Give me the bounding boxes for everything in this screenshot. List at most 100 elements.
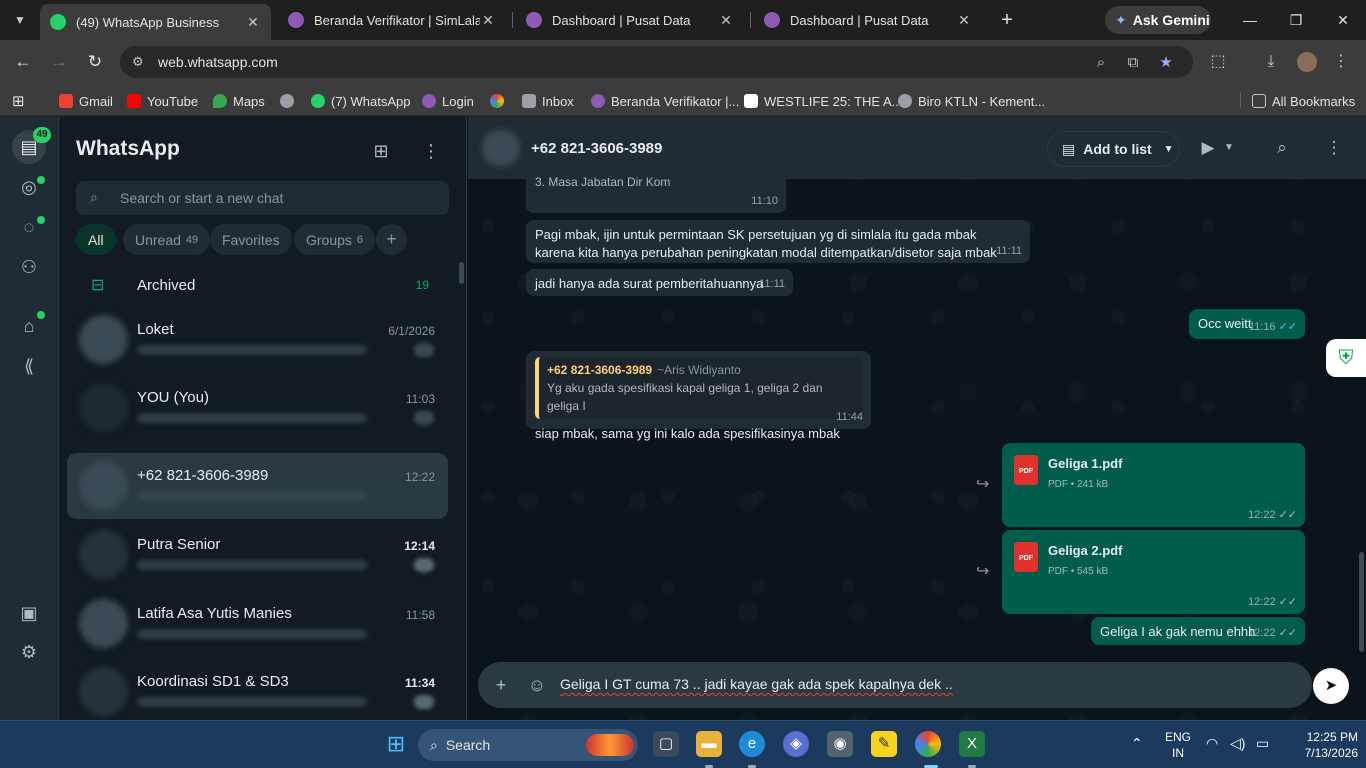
close-tab-icon[interactable]: ✕ <box>245 14 261 31</box>
taskbar-search-box[interactable]: ⌕ Search <box>418 729 638 761</box>
chat-list-scrollbar[interactable] <box>459 262 464 284</box>
settings-gear-icon[interactable]: ⚙ <box>16 639 42 665</box>
message-outgoing[interactable]: Geliga I ak gak nemu ehhh 12:22 ✓✓ <box>1091 617 1305 645</box>
restore-window-icon[interactable]: ❐ <box>1284 8 1308 32</box>
tab-pusat-data-1[interactable]: Dashboard | Pusat Data ✕ <box>516 4 744 36</box>
back-icon[interactable]: ← <box>11 50 35 74</box>
search-icon[interactable]: ⌕ <box>1271 137 1293 159</box>
forward-icon[interactable]: → <box>47 50 71 74</box>
bookmark-biro-ktln[interactable]: Biro KTLN - Kement... <box>898 92 1045 110</box>
forward-icon[interactable]: ↪ <box>976 561 989 581</box>
message-incoming-reply[interactable]: +62 821-3606-3989 ~Aris Widiyanto Yg aku … <box>526 351 871 441</box>
bookmark-globe[interactable] <box>280 92 294 110</box>
chat-row[interactable]: YOU (You) 11:03 <box>67 375 448 441</box>
extensions-icon[interactable]: ⬚ <box>1206 50 1230 74</box>
chrome-icon[interactable] <box>915 731 941 757</box>
bookmark-login[interactable]: Login <box>422 92 474 110</box>
reload-icon[interactable]: ↻ <box>83 50 107 74</box>
quoted-message[interactable]: +62 821-3606-3989 ~Aris Widiyanto Yg aku … <box>535 357 862 419</box>
downloads-icon[interactable]: ⤓ <box>1259 50 1283 74</box>
message-outgoing[interactable]: Occ weitt 11:16 ✓✓ <box>1189 309 1305 339</box>
volume-icon[interactable]: ◁) <box>1230 735 1245 752</box>
document-attachment[interactable]: PDF Geliga 1.pdf PDF • 241 kB <box>1014 455 1122 494</box>
filter-unread[interactable]: Unread 49 <box>123 224 211 255</box>
message-incoming[interactable]: jadi hanya ada surat pemberitahuannya 11… <box>526 269 793 296</box>
new-tab-button[interactable]: + <box>994 6 1020 34</box>
show-hidden-icons-chevron-icon[interactable]: ⌃ <box>1131 735 1143 752</box>
message-outgoing-document[interactable]: PDF Geliga 2.pdf PDF • 545 kB 12:22 ✓✓ <box>1002 530 1305 614</box>
advertise-megaphone-icon[interactable]: ⟪ <box>16 353 42 379</box>
bookmark-star-icon[interactable]: ★ <box>1157 54 1175 72</box>
zoom-icon[interactable]: ⌕ <box>1092 54 1110 72</box>
new-chat-icon[interactable]: ⊞ <box>369 139 393 163</box>
forward-icon[interactable]: ↪ <box>976 474 989 494</box>
tab-pusat-data-2[interactable]: Dashboard | Pusat Data ✕ <box>754 4 982 36</box>
message-incoming[interactable]: 3. Masa Jabatan Dir Kom 11:10 <box>526 157 786 213</box>
sticky-notes-icon[interactable]: ✎ <box>871 731 897 757</box>
windows-start-icon[interactable]: ⊞ <box>383 731 409 757</box>
chat-row[interactable]: Loket 6/1/2026 <box>67 307 448 373</box>
bookmark-youtube[interactable]: YouTube <box>127 92 198 110</box>
edge-browser-icon[interactable]: e <box>739 731 765 757</box>
install-app-icon[interactable]: ⧉ <box>1124 54 1142 72</box>
chat-row-selected[interactable]: +62 821-3606-3989 12:22 <box>67 453 448 519</box>
all-bookmarks-button[interactable]: All Bookmarks <box>1252 92 1355 110</box>
chat-row[interactable]: Koordinasi SD1 & SD3 11:34 <box>67 659 448 725</box>
url-text[interactable]: web.whatsapp.com <box>158 54 278 70</box>
chat-row[interactable]: Latifa Asa Yutis Manies 11:58 <box>67 591 448 657</box>
close-tab-icon[interactable]: ✕ <box>718 12 734 29</box>
close-tab-icon[interactable]: ✕ <box>956 12 972 29</box>
tab-simlala[interactable]: Beranda Verifikator | SimLala ✕ <box>278 4 506 36</box>
address-bar[interactable]: ⚙ web.whatsapp.com ⌕ ⧉ ★ <box>120 46 1193 78</box>
battery-icon[interactable]: ▭ <box>1256 735 1269 752</box>
input-language[interactable]: ENG IN <box>1165 729 1191 761</box>
filter-favorites[interactable]: Favorites <box>210 224 292 255</box>
site-info-icon[interactable]: ⚙ <box>132 54 148 70</box>
compose-text[interactable]: Geliga I GT cuma 73 .. jadi kayae gak ad… <box>560 676 953 692</box>
extension-shield-icon[interactable]: ⛨ <box>1326 339 1366 377</box>
media-gallery-icon[interactable]: ▣ <box>16 600 42 626</box>
bookmark-westlife[interactable]: WESTLIFE 25: THE A... <box>744 92 902 110</box>
bookmark-photos[interactable] <box>490 92 504 110</box>
ask-gemini-button[interactable]: ✦ Ask Gemini <box>1105 6 1211 34</box>
send-button[interactable]: ➤ <box>1313 668 1349 704</box>
filter-groups[interactable]: Groups 6 <box>294 224 376 255</box>
search-input[interactable]: ⌕ Search or start a new chat <box>76 181 449 215</box>
add-to-list-button[interactable]: ▤ Add to list ▼ <box>1047 131 1180 167</box>
menu-icon[interactable]: ⋮ <box>419 139 443 163</box>
task-view-icon[interactable]: ▢ <box>653 731 679 757</box>
emoji-sticker-icon[interactable]: ☺ <box>526 674 548 696</box>
message-outgoing-document[interactable]: PDF Geliga 1.pdf PDF • 241 kB 12:22 ✓✓ <box>1002 443 1305 527</box>
message-compose-field[interactable]: + ☺ Geliga I GT cuma 73 .. jadi kayae ga… <box>478 662 1312 708</box>
close-window-icon[interactable]: ✕ <box>1331 8 1355 32</box>
copilot-icon[interactable]: ◈ <box>783 731 809 757</box>
bookmark-verifikator[interactable]: Beranda Verifikator |... <box>591 92 739 110</box>
document-attachment[interactable]: PDF Geliga 2.pdf PDF • 545 kB <box>1014 542 1122 581</box>
profile-avatar-icon[interactable] <box>1295 50 1319 74</box>
tab-whatsapp[interactable]: (49) WhatsApp Business ✕ <box>40 4 271 40</box>
bookmark-gmail[interactable]: Gmail <box>59 92 113 110</box>
communities-icon[interactable]: ⚇ <box>16 254 42 280</box>
wifi-icon[interactable]: ◠ <box>1206 735 1218 752</box>
archived-row[interactable]: ⊟ Archived 19 <box>59 265 459 305</box>
browser-menu-icon[interactable]: ⋮ <box>1329 50 1353 74</box>
bookmark-maps[interactable]: Maps <box>213 92 265 110</box>
bookmark-inbox[interactable]: Inbox <box>522 92 574 110</box>
excel-icon[interactable]: X <box>959 731 985 757</box>
camera-snip-icon[interactable]: ◉ <box>827 731 853 757</box>
add-filter-button[interactable]: + <box>376 224 407 255</box>
tab-search-menu-icon[interactable]: ▼ <box>6 6 34 34</box>
contact-avatar[interactable] <box>482 129 520 167</box>
minimize-window-icon[interactable]: — <box>1238 8 1262 32</box>
clock[interactable]: 12:25 PM 7/13/2026 <box>1290 729 1358 761</box>
chevron-down-icon[interactable]: ▼ <box>1218 137 1240 159</box>
file-explorer-icon[interactable]: ▬ <box>696 731 722 757</box>
bookmark-whatsapp[interactable]: (7) WhatsApp <box>311 92 410 110</box>
video-call-icon[interactable]: ▶ <box>1197 137 1219 159</box>
attach-plus-icon[interactable]: + <box>490 674 512 696</box>
close-tab-icon[interactable]: ✕ <box>480 12 496 29</box>
apps-grid-icon[interactable]: ⊞ <box>12 92 25 110</box>
chat-row[interactable]: Putra Senior 12:14 <box>67 522 448 588</box>
conversation-scrollbar[interactable] <box>1359 552 1364 652</box>
message-incoming[interactable]: Pagi mbak, ijin untuk permintaan SK pers… <box>526 220 1030 263</box>
